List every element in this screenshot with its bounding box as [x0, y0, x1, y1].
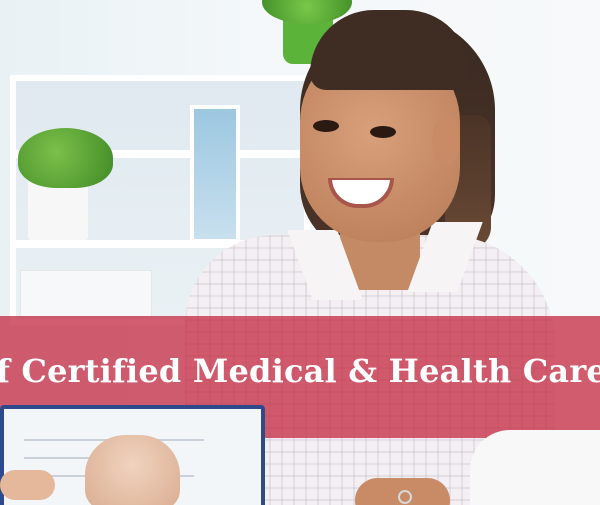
eye — [370, 126, 396, 138]
shelf-box — [20, 270, 152, 317]
background-window — [190, 105, 240, 243]
eye — [313, 120, 339, 132]
hair-top — [310, 10, 470, 90]
ear — [432, 115, 460, 165]
background-plant — [18, 128, 113, 188]
banner-title: s of Certified Medical & Health Care Int… — [0, 352, 600, 390]
interviewer-thumb — [0, 470, 55, 500]
interviewer-hand — [85, 435, 180, 505]
interviewer-arm — [470, 430, 600, 505]
ring — [398, 490, 412, 504]
photo-scene: s of Certified Medical & Health Care Int… — [0, 0, 600, 505]
